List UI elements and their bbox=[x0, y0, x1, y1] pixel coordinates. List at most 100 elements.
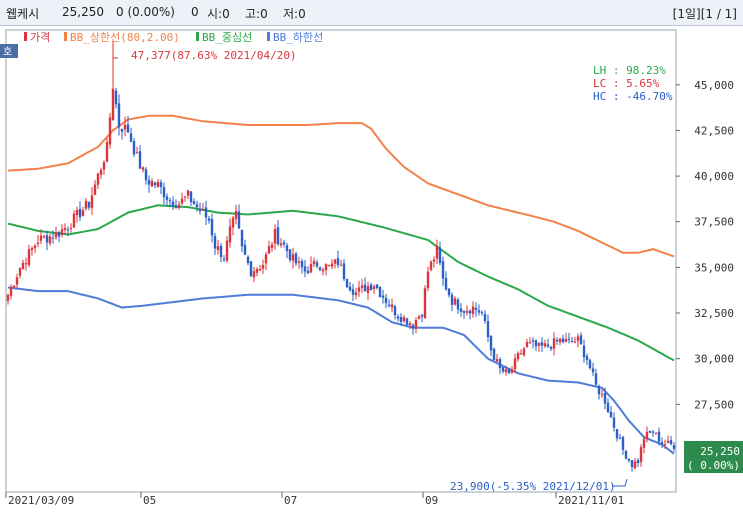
candle-body bbox=[12, 285, 16, 288]
candle-body bbox=[57, 232, 61, 237]
candle-body bbox=[273, 229, 277, 244]
candle-body bbox=[342, 263, 346, 280]
candle-body bbox=[120, 128, 124, 132]
candle-body bbox=[633, 461, 637, 469]
candle-body bbox=[234, 211, 238, 219]
candle-body bbox=[84, 200, 88, 209]
candle-body bbox=[348, 286, 352, 291]
candle-body bbox=[102, 162, 106, 170]
candle-body bbox=[219, 245, 223, 258]
x-tick-label: 2021/03/09 bbox=[8, 494, 74, 507]
candle-body bbox=[393, 306, 397, 316]
candle-body bbox=[576, 336, 580, 341]
candle-body bbox=[420, 314, 424, 317]
volume-value: 0 bbox=[191, 5, 199, 19]
candle-body bbox=[570, 341, 574, 342]
candle-body bbox=[417, 316, 421, 319]
candle-body bbox=[516, 353, 520, 360]
candle-body bbox=[30, 248, 34, 250]
candle-body bbox=[129, 133, 133, 142]
candle-body bbox=[564, 339, 568, 342]
candle-body bbox=[252, 271, 256, 278]
candle-body bbox=[114, 90, 118, 105]
candle-body bbox=[81, 210, 85, 216]
candle-body bbox=[408, 323, 412, 326]
candle-body bbox=[468, 310, 472, 314]
candle-body bbox=[294, 253, 298, 264]
candle-body bbox=[78, 208, 82, 218]
candle-body bbox=[297, 261, 301, 263]
candle-body bbox=[258, 268, 262, 271]
y-tick-label: 37,500 bbox=[694, 216, 734, 229]
candle-body bbox=[546, 344, 550, 347]
legend-price: 가격 bbox=[30, 31, 50, 44]
candle-body bbox=[360, 285, 364, 288]
candle-body bbox=[465, 310, 469, 313]
candle-body bbox=[60, 229, 64, 235]
stat-lh: LH : 98.23% bbox=[593, 64, 666, 77]
y-tick-label: 45,000 bbox=[694, 79, 734, 92]
period-button[interactable]: [1일] bbox=[673, 7, 701, 21]
candle-body bbox=[324, 264, 328, 271]
candle-body bbox=[531, 340, 535, 342]
candle-body bbox=[138, 151, 142, 169]
candle-body bbox=[153, 182, 157, 186]
candle-body bbox=[594, 373, 598, 385]
candle-body bbox=[618, 437, 622, 439]
candle-body bbox=[117, 103, 121, 128]
candle-body bbox=[597, 386, 601, 395]
price-chart[interactable]: 호 가격 BB_상한선(80,2.00) BB_중심선 BB_하한선 LH : … bbox=[0, 26, 743, 513]
candle-body bbox=[99, 169, 103, 175]
candle-body bbox=[450, 294, 454, 305]
candle-body bbox=[318, 267, 322, 271]
candle-body bbox=[222, 258, 226, 260]
candle-body bbox=[315, 262, 319, 267]
candle-body bbox=[384, 297, 388, 304]
candle-body bbox=[444, 277, 448, 290]
legend-lower-band: BB_하한선 bbox=[273, 30, 323, 44]
candle-body bbox=[90, 195, 94, 209]
candle-body bbox=[291, 254, 295, 261]
candle-body bbox=[498, 359, 502, 368]
candle-body bbox=[135, 152, 139, 154]
candle-body bbox=[87, 201, 91, 208]
candle-body bbox=[522, 348, 526, 356]
legend-upper-band: BB_상한선(80,2.00) bbox=[70, 31, 180, 44]
legend-swatch-upper bbox=[64, 32, 67, 41]
candle-body bbox=[483, 313, 487, 321]
current-price: 25,250 bbox=[62, 5, 104, 19]
stat-lc: LC : 5.65% bbox=[593, 77, 660, 90]
candle-body bbox=[330, 263, 334, 267]
corner-button-label: 호 bbox=[3, 46, 12, 58]
page-button[interactable]: [1 / 1] bbox=[701, 7, 737, 21]
candle-body bbox=[186, 190, 190, 196]
x-tick-label: 2021/11/01 bbox=[558, 494, 624, 507]
candle-body bbox=[399, 317, 403, 322]
candle-body bbox=[624, 451, 628, 459]
candle-body bbox=[312, 261, 316, 265]
candle-body bbox=[507, 369, 511, 374]
candle-body bbox=[108, 117, 112, 145]
candle-body bbox=[261, 265, 265, 269]
candle-body bbox=[300, 261, 304, 268]
candle-body bbox=[195, 204, 199, 208]
candle-body bbox=[528, 342, 532, 344]
max-label: 47,377(87.63% 2021/04/20) bbox=[131, 49, 297, 62]
stock-name: 웹케시 bbox=[6, 7, 40, 21]
candle-body bbox=[510, 369, 514, 373]
candle-body bbox=[666, 440, 670, 443]
candle-body bbox=[27, 249, 31, 265]
candle-body bbox=[321, 269, 325, 272]
candle-body bbox=[48, 236, 52, 244]
candle-body bbox=[213, 235, 217, 249]
candle-body bbox=[240, 229, 244, 247]
candle-body bbox=[381, 295, 385, 298]
candle-body bbox=[168, 199, 172, 201]
candle-body bbox=[543, 343, 547, 347]
candle-body bbox=[621, 437, 625, 450]
candle-body bbox=[549, 347, 553, 349]
candle-body bbox=[672, 445, 676, 449]
candle-body bbox=[288, 249, 292, 260]
candle-body bbox=[204, 207, 208, 218]
candle-body bbox=[192, 201, 196, 205]
